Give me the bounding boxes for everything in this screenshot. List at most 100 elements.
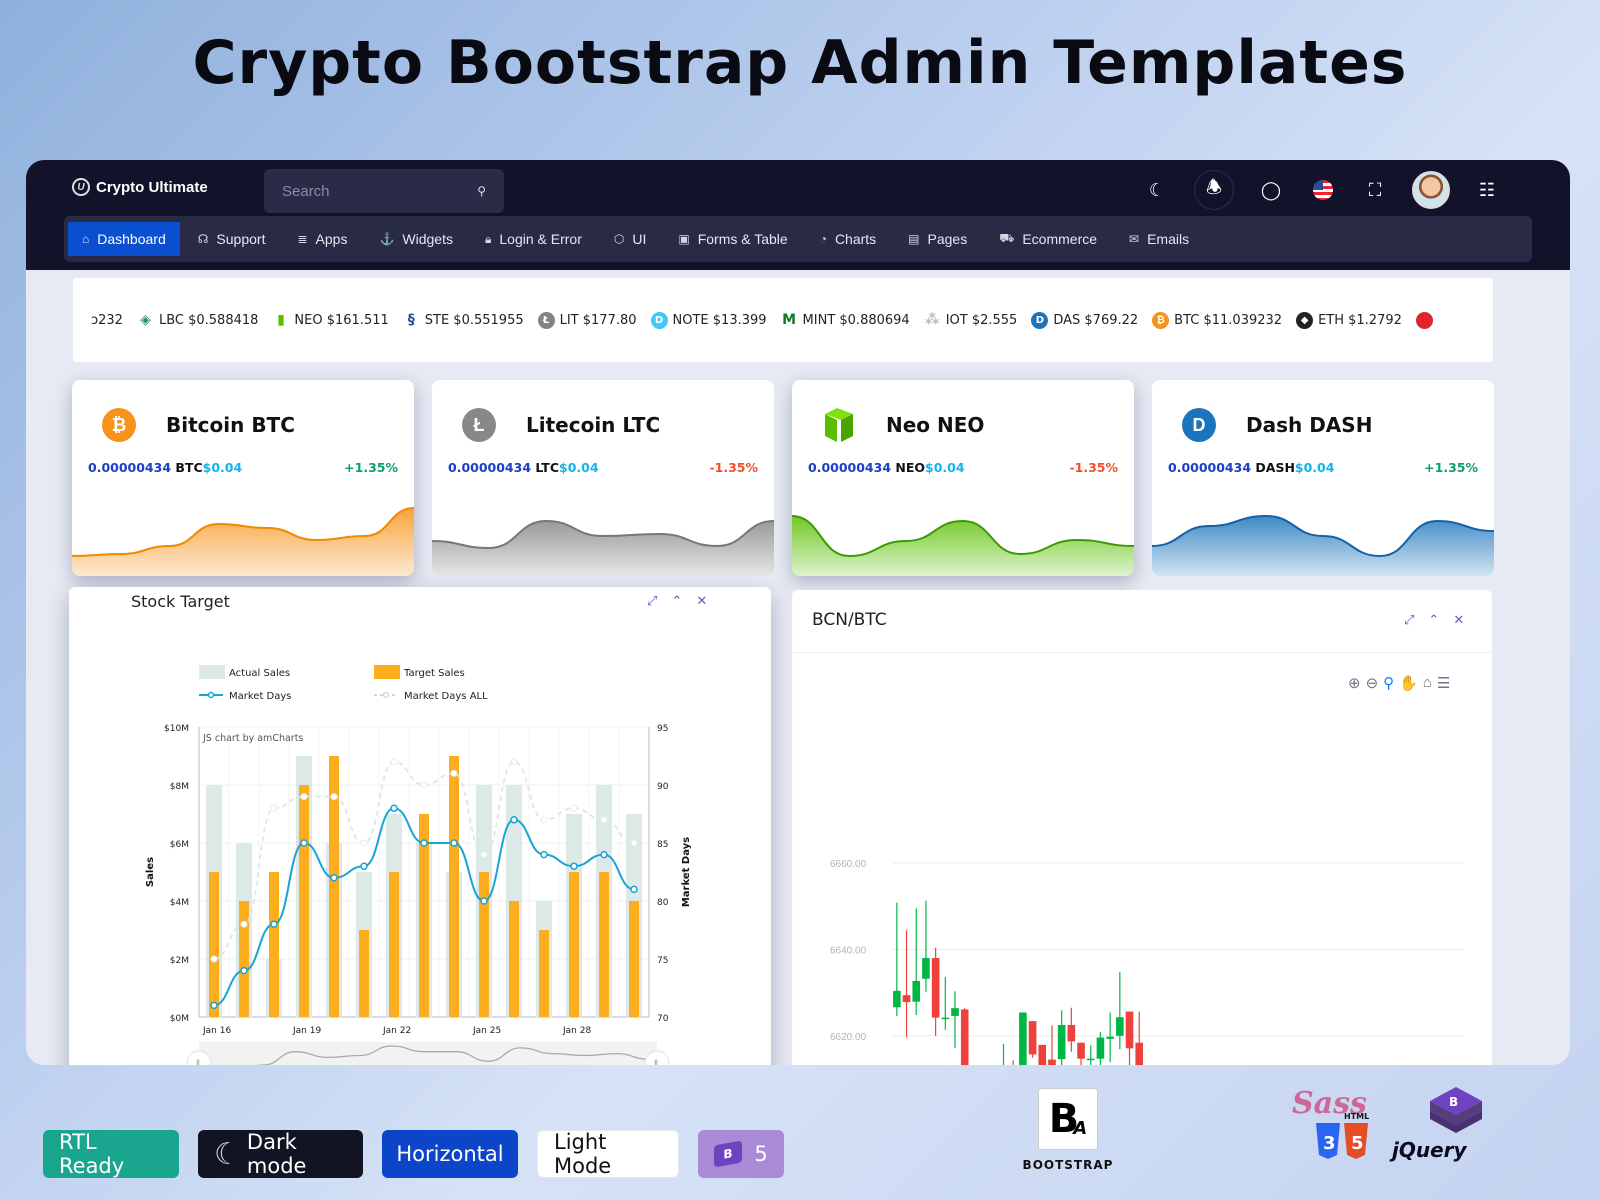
point-market-days-all[interactable] [210,955,218,963]
point-market-days[interactable] [360,862,368,870]
point-market-days-all[interactable] [540,816,548,824]
candle[interactable] [922,900,930,992]
bar-target-sales[interactable] [539,930,549,1017]
legend-item[interactable]: Actual Sales [199,665,290,679]
point-market-days-all[interactable] [480,851,488,859]
coin-card[interactable]: Ł Litecoin LTC 0.00000434 LTC$0.04 -1.35% [432,380,774,576]
legend-item[interactable]: Target Sales [374,665,465,679]
candle[interactable] [1096,1031,1105,1065]
ticker-item[interactable]: ₿ BTC $11.039232 [1152,311,1282,329]
point-market-days[interactable] [210,1001,218,1010]
point-market-days[interactable] [330,874,338,882]
bar-target-sales[interactable] [629,901,639,1017]
bar-target-sales[interactable] [359,930,369,1017]
chart-scrollbar[interactable]: Jan 16 Jan 19 Jan 22 Jan 25 Jan 28‖ ‖ [186,1042,670,1065]
nav-item-dashboard[interactable]: ⌂ Dashboard [68,222,180,256]
nav-item-support[interactable]: ☊ Support [184,222,280,256]
point-market-days-all[interactable] [570,804,578,812]
coin-card[interactable]: Neo NEO 0.00000434 NEO$0.04 -1.35% [792,380,1134,576]
point-market-days-all[interactable] [330,793,338,801]
candle[interactable] [1135,1011,1144,1065]
candle[interactable] [1038,1044,1047,1065]
ticker-item[interactable]: D DAS $769.22 [1031,311,1138,329]
candle[interactable] [1028,1021,1037,1058]
ticker-item[interactable]: ◆ ETH $1.2792 [1296,311,1402,329]
candle[interactable] [1077,1042,1085,1065]
nav-item-login-error[interactable]: 🔒︎ Login & Error [471,222,596,256]
ticker-item[interactable]: M MINT $0.880694 [781,312,910,329]
point-market-days[interactable] [600,850,608,859]
point-market-days[interactable] [270,920,278,928]
bar-target-sales[interactable] [479,872,489,1017]
point-market-days-all[interactable] [240,920,248,928]
sliders-icon[interactable]: ☷ [1472,175,1502,205]
scrollbar-track[interactable] [199,1042,657,1065]
avatar[interactable] [1412,171,1450,209]
language-button[interactable] [1308,175,1338,205]
point-market-days[interactable] [540,850,548,859]
point-market-days[interactable] [510,816,518,824]
candle[interactable] [1019,1012,1027,1065]
nav-item-ui[interactable]: ⬡ UI [600,222,660,256]
ticker-item[interactable]: § STE $0.551955 [403,312,524,329]
point-market-days-all[interactable] [630,839,638,847]
ticker-item[interactable]: ▮ NEO $161.511 [272,312,389,329]
nav-item-charts[interactable]: ◔ Charts [806,222,890,256]
point-market-days[interactable] [420,839,428,847]
search-icon[interactable]: ⚲ [477,184,486,198]
ticker-item[interactable]: Ł LIT $177.80 [537,311,637,329]
ticker-item[interactable]: D NOTE $13.399 [650,311,767,329]
point-market-days-all[interactable] [270,804,278,812]
point-market-days[interactable] [570,862,578,870]
ticker-item[interactable]: ↄ232 [91,313,123,328]
nav-item-widgets[interactable]: ⚓ Widgets [365,222,467,256]
candle[interactable] [960,1008,969,1065]
nav-item-apps[interactable]: ≣ Apps [283,222,361,256]
bell-icon[interactable]: 🕭 [1194,170,1234,210]
bar-target-sales[interactable] [209,872,219,1017]
fullscreen-icon[interactable]: ⛶ [1360,175,1390,205]
candle[interactable] [1057,1010,1066,1065]
point-market-days-all[interactable] [360,839,368,847]
point-market-days-all[interactable] [390,758,398,766]
legend-item[interactable]: Market Days [199,691,292,702]
bar-target-sales[interactable] [269,872,279,1017]
point-market-days-all[interactable] [600,816,608,824]
bar-target-sales[interactable] [509,901,519,1017]
point-market-days[interactable] [240,966,248,975]
coin-card[interactable]: D Dash DASH 0.00000434 DASH$0.04 +1.35% [1152,380,1494,576]
point-market-days-all[interactable] [420,781,428,789]
brand[interactable]: U Crypto Ultimate [72,178,208,196]
nav-item-emails[interactable]: ✉ Emails [1115,222,1203,256]
candle[interactable] [893,902,901,1016]
point-market-days-all[interactable] [450,769,458,777]
candle[interactable] [912,908,921,1016]
ticker-item[interactable] [1415,311,1433,329]
point-market-days[interactable] [390,804,398,812]
legend-item[interactable]: Market Days ALL [374,691,488,702]
candle[interactable] [1009,1060,1017,1065]
bar-target-sales[interactable] [239,901,249,1017]
bar-target-sales[interactable] [569,872,579,1017]
nav-item-ecommerce[interactable]: ⛟ Ecommerce [985,222,1111,256]
point-market-days[interactable] [300,839,308,847]
ticker-item[interactable]: ◈ LBC $0.588418 [137,312,258,329]
candle[interactable] [1116,971,1124,1050]
point-market-days[interactable] [450,839,458,847]
bar-target-sales[interactable] [389,872,399,1017]
point-market-days-all[interactable] [510,758,518,766]
nav-item-pages[interactable]: ▤ Pages [894,222,981,256]
candle[interactable] [902,930,911,1038]
nav-item-forms-table[interactable]: ▣ Forms & Table [664,222,801,256]
coin-card[interactable]: ₿ Bitcoin BTC 0.00000434 BTC$0.04 +1.35% [72,380,414,576]
candle[interactable] [1000,1044,1008,1065]
candle[interactable] [1067,1007,1076,1052]
point-market-days-all[interactable] [300,793,308,801]
search-input[interactable] [282,182,452,200]
point-market-days[interactable] [630,885,638,894]
point-market-days[interactable] [480,897,488,905]
bar-target-sales[interactable] [299,785,309,1017]
moon-icon[interactable]: ☾ [1142,175,1172,205]
candle[interactable] [931,947,940,1036]
chat-icon[interactable]: ◯ [1256,175,1286,205]
